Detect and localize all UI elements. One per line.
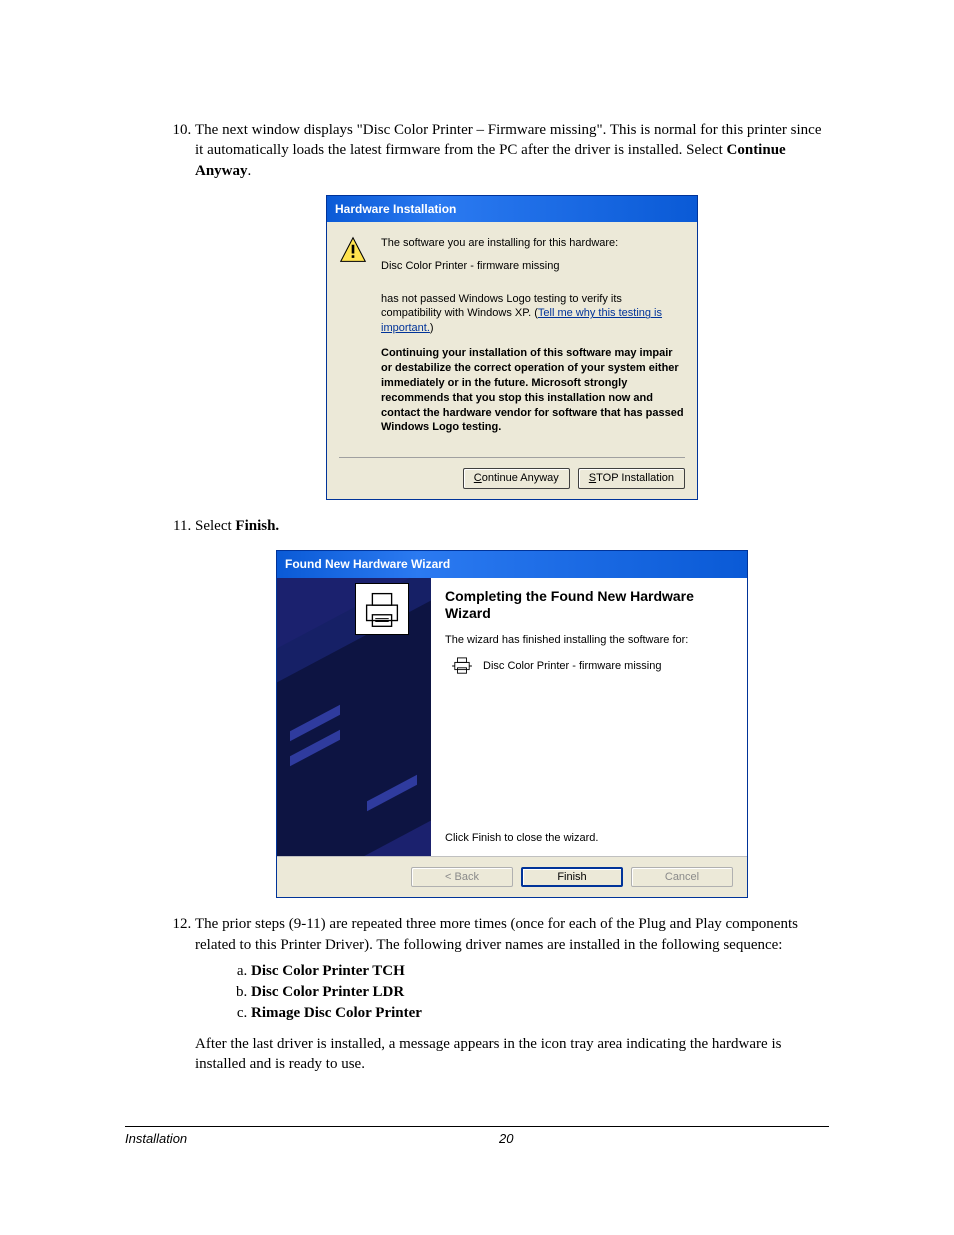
wizard-device-row: Disc Color Printer - firmware missing (445, 657, 731, 675)
hardware-installation-dialog: Hardware Installation The software you a… (326, 195, 698, 500)
dialog1-title: Hardware Installation (327, 196, 697, 222)
dialog1-buttons: Continue Anyway STOP Installation (339, 468, 685, 489)
dialog1-line1: The software you are installing for this… (381, 236, 685, 251)
stop-installation-button[interactable]: STOP Installation (578, 468, 685, 489)
found-new-hardware-dialog: Found New Hardware Wizard (276, 550, 748, 898)
dialog2-title: Found New Hardware Wizard (277, 551, 747, 577)
sub-item-c: Rimage Disc Color Printer (251, 1003, 829, 1023)
warning-icon (339, 236, 369, 443)
dialog2-wrap: Found New Hardware Wizard (195, 550, 829, 898)
dialog2-main: Completing the Found New Hardware Wizard… (431, 578, 747, 856)
dialog1-logo-test: has not passed Windows Logo testing to v… (381, 292, 685, 337)
wizard-side-image (277, 578, 431, 856)
dialog2-footer: < Back Finish Cancel (277, 856, 747, 898)
step-12-text: The prior steps (9-11) are repeated thre… (195, 916, 798, 952)
dialog1-text: The software you are installing for this… (381, 236, 685, 443)
back-button[interactable]: < Back (411, 867, 513, 888)
dialog2-body: Completing the Found New Hardware Wizard… (277, 578, 747, 856)
step-list: The next window displays "Disc Color Pri… (125, 120, 829, 1074)
sub-item-b: Disc Color Printer LDR (251, 982, 829, 1002)
dialog1-wrap: Hardware Installation The software you a… (195, 195, 829, 500)
page-footer: Installation 20 . (125, 1127, 829, 1146)
dialog1-device: Disc Color Printer - firmware missing (381, 259, 685, 274)
dialog1-body: The software you are installing for this… (327, 222, 697, 451)
step-11: Select Finish. Found New Hardware Wizard (195, 516, 829, 898)
wizard-heading: Completing the Found New Hardware Wizard (445, 588, 731, 623)
finish-button[interactable]: Finish (521, 867, 623, 888)
cancel-button[interactable]: Cancel (631, 867, 733, 888)
dialog1-footer: Continue Anyway STOP Installation (327, 451, 697, 499)
dialog1-divider (339, 457, 685, 458)
footer-page-number: 20 (499, 1131, 513, 1146)
sub-item-a: Disc Color Printer TCH (251, 961, 829, 981)
wizard-close-hint: Click Finish to close the wizard. (445, 831, 731, 846)
step-10-after: . (248, 163, 252, 179)
printer-small-icon (451, 657, 473, 675)
step-11-text: Select (195, 518, 235, 534)
printer-icon (355, 583, 409, 635)
continue-anyway-button[interactable]: Continue Anyway (463, 468, 570, 489)
wizard-device-name: Disc Color Printer - firmware missing (483, 659, 661, 674)
footer-section: Installation (125, 1131, 187, 1146)
step-10: The next window displays "Disc Color Pri… (195, 120, 829, 500)
dialog1-warning: Continuing your installation of this sof… (381, 346, 685, 435)
page-footer-area: Installation 20 . (125, 1126, 829, 1146)
step-12: The prior steps (9-11) are repeated thre… (195, 914, 829, 1074)
step-12-sublist: Disc Color Printer TCH Disc Color Printe… (195, 961, 829, 1024)
document-page: The next window displays "Disc Color Pri… (0, 0, 954, 1180)
step-12-after: After the last driver is installed, a me… (195, 1036, 781, 1072)
wizard-subtext: The wizard has finished installing the s… (445, 633, 731, 648)
step-11-bold: Finish. (235, 518, 279, 534)
